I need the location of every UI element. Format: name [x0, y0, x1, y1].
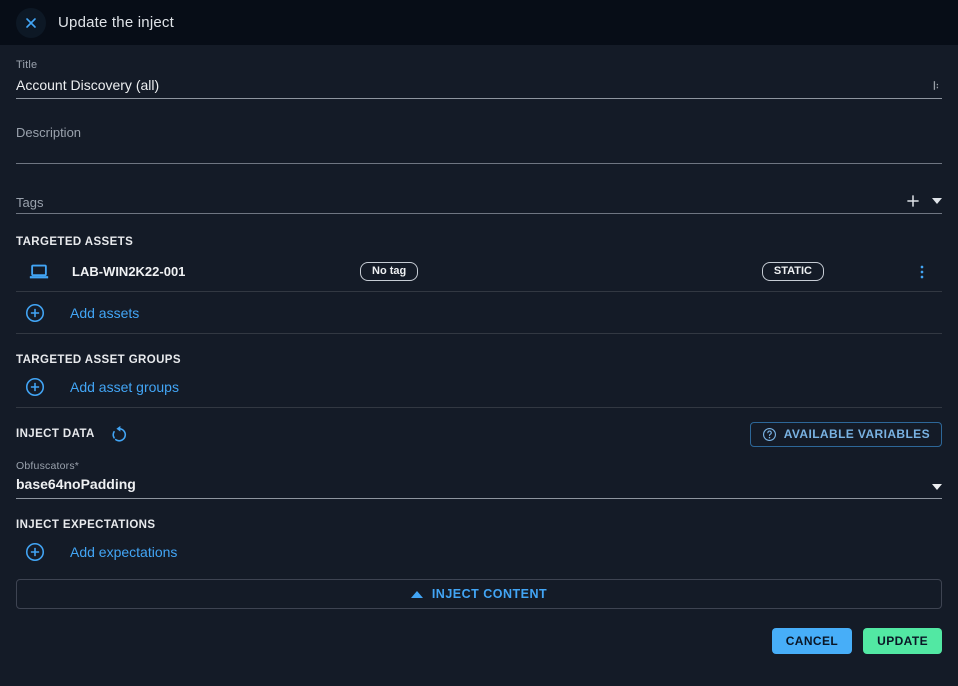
inject-content-toggle[interactable]: INJECT CONTENT — [16, 579, 942, 609]
available-variables-label: AVAILABLE VARIABLES — [784, 427, 930, 441]
add-asset-groups-link[interactable]: Add asset groups — [70, 379, 179, 395]
chevron-down-icon — [932, 484, 942, 490]
title-field: Title Account Discovery (all) — [16, 59, 942, 99]
tags-field: Tags — [16, 192, 942, 214]
add-circle-icon — [24, 376, 46, 398]
tags-input[interactable]: Tags — [16, 192, 942, 214]
asset-name: LAB-WIN2K22-001 — [72, 264, 360, 279]
obfuscators-field-label: Obfuscators* — [16, 460, 942, 472]
rotate-left-icon — [111, 425, 129, 443]
close-icon — [23, 15, 39, 31]
endpoint-laptop-icon — [28, 261, 50, 283]
title-input-value: Account Discovery (all) — [16, 77, 159, 93]
description-input[interactable] — [16, 140, 942, 164]
add-circle-icon — [24, 541, 46, 563]
inject-data-header: INJECT DATA AVAILABLE VARIABLES — [16, 420, 942, 448]
title-field-label: Title — [16, 59, 942, 71]
targeted-asset-groups-heading: TARGETED ASSET GROUPS — [16, 354, 942, 366]
cursor-icon — [929, 78, 942, 93]
help-circle-icon — [762, 427, 777, 442]
obfuscators-field: Obfuscators* base64noPadding — [16, 460, 942, 499]
description-field-label: Description — [16, 125, 942, 140]
obfuscators-selected-value: base64noPadding — [16, 476, 136, 492]
inject-expectations-heading: INJECT EXPECTATIONS — [16, 519, 942, 531]
dialog-header: Update the inject — [0, 0, 958, 45]
description-field: Description — [16, 125, 942, 164]
add-asset-groups-row[interactable]: Add asset groups — [16, 366, 942, 408]
add-assets-link[interactable]: Add assets — [70, 305, 139, 321]
targeted-assets-heading: TARGETED ASSETS — [16, 236, 942, 248]
dialog-title: Update the inject — [58, 14, 174, 31]
available-variables-button[interactable]: AVAILABLE VARIABLES — [750, 422, 942, 447]
tags-field-label: Tags — [16, 195, 43, 210]
cancel-button[interactable]: CANCEL — [772, 628, 852, 654]
add-assets-row[interactable]: Add assets — [16, 292, 942, 334]
add-tag-button[interactable] — [904, 192, 922, 210]
inject-data-heading: INJECT DATA — [16, 428, 95, 440]
asset-row[interactable]: LAB-WIN2K22-001 No tag STATIC — [16, 252, 942, 292]
asset-mode-chip: STATIC — [762, 262, 824, 281]
obfuscators-select[interactable]: base64noPadding — [16, 472, 942, 499]
chevron-down-icon — [932, 198, 942, 204]
reset-defaults-button[interactable] — [109, 423, 131, 445]
title-input[interactable]: Account Discovery (all) — [16, 71, 942, 99]
kebab-menu-icon — [914, 263, 930, 281]
dialog-actions: CANCEL UPDATE — [16, 628, 942, 654]
inject-content-label: INJECT CONTENT — [432, 587, 547, 601]
asset-tag-chip: No tag — [360, 262, 418, 281]
add-expectations-link[interactable]: Add expectations — [70, 544, 177, 560]
plus-icon — [904, 192, 922, 210]
asset-menu-button[interactable] — [910, 259, 934, 285]
add-expectations-row[interactable]: Add expectations — [16, 531, 942, 573]
add-circle-icon — [24, 302, 46, 324]
update-button[interactable]: UPDATE — [863, 628, 942, 654]
inject-form: Title Account Discovery (all) Descriptio… — [0, 45, 958, 654]
chevron-up-icon — [411, 591, 423, 598]
tags-dropdown-button[interactable] — [932, 198, 942, 204]
close-button[interactable] — [16, 8, 46, 38]
